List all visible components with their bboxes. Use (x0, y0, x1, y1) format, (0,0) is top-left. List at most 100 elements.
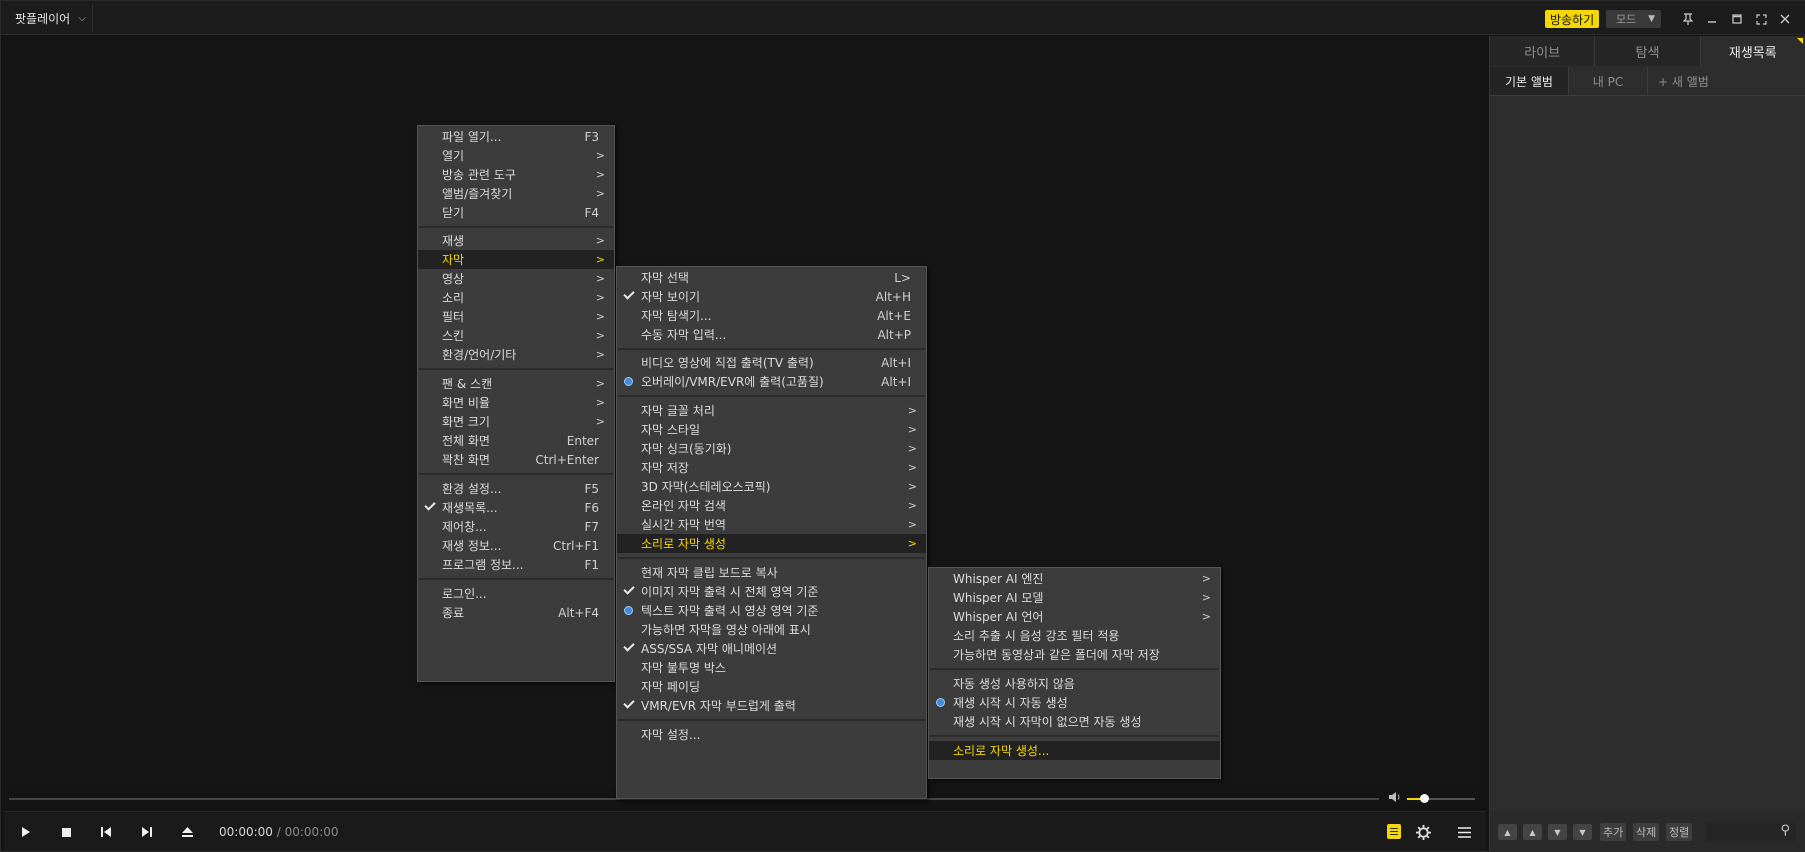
move-up-icon[interactable]: ▲ (1523, 824, 1542, 840)
menu-item-playback-info[interactable]: 재생 정보... Ctrl+F1 (418, 536, 614, 555)
check-icon (623, 288, 635, 300)
menu-item-subtitle-explorer[interactable]: 자막 탐색기... Alt+E (617, 306, 926, 325)
menu-item-select-subtitle[interactable]: 자막 선택 L> (617, 268, 926, 287)
stop-icon[interactable] (56, 822, 76, 842)
album-tab-default[interactable]: 기본 앨범 (1490, 67, 1569, 95)
volume-slider[interactable] (1407, 794, 1475, 803)
eject-icon[interactable] (177, 822, 197, 842)
menu-item-env-lang-etc[interactable]: 환경/언어/기타 > (418, 345, 614, 364)
menu-item-playback[interactable]: 재생 > (418, 231, 614, 250)
menu-item-3d-subtitle[interactable]: 3D 자막(스테레오스코픽) > (617, 477, 926, 496)
menu-separator (419, 473, 613, 475)
dropdown-arrow-icon: ▼ (1648, 14, 1655, 24)
menu-item-voice-filter[interactable]: 소리 추출 시 음성 강조 필터 적용 (929, 626, 1220, 645)
menu-item-filter[interactable]: 필터 > (418, 307, 614, 326)
tab-playlist[interactable]: 재생목록 (1700, 36, 1805, 66)
current-time: 00:00:00 (219, 825, 273, 839)
menu-item-fill-screen[interactable]: 꽉찬 화면 Ctrl+Enter (418, 450, 614, 469)
fullscreen-icon[interactable] (1752, 10, 1770, 28)
time-display: 00:00:00 / 00:00:00 (219, 825, 339, 839)
volume-knob[interactable] (1420, 794, 1429, 803)
menu-item-copy-subtitle[interactable]: 현재 자막 클립 보드로 복사 (617, 563, 926, 582)
mode-dropdown[interactable]: 모드 ▼ (1606, 10, 1661, 28)
menu-item-skin[interactable]: 스킨 > (418, 326, 614, 345)
menu-item-subtitle-sync[interactable]: 자막 싱크(동기화) > (617, 439, 926, 458)
menu-item-open-file[interactable]: 파일 열기... F3 (418, 127, 614, 146)
menu-item-generate-from-audio[interactable]: 소리로 자막 생성 > (617, 534, 926, 553)
menu-separator (618, 557, 925, 559)
move-bottom-icon[interactable]: ▼ (1573, 824, 1592, 840)
menu-item-subtitle-settings[interactable]: 자막 설정... (617, 725, 926, 744)
menu-item-album-favorites[interactable]: 앨범/즐겨찾기 > (418, 184, 614, 203)
menu-item-text-video-area[interactable]: 텍스트 자막 출력 시 영상 영역 기준 (617, 601, 926, 620)
menu-item-show-subtitles[interactable]: 자막 보이기 Alt+H (617, 287, 926, 306)
menu-item-whisper-language[interactable]: Whisper AI 언어 > (929, 607, 1220, 626)
menu-item-close[interactable]: 닫기 F4 (418, 203, 614, 222)
settings-icon[interactable] (1413, 822, 1433, 842)
menu-item-broadcast-tools[interactable]: 방송 관련 도구 > (418, 165, 614, 184)
menu-item-screen-size[interactable]: 화면 크기 > (418, 412, 614, 431)
subtitle-icon[interactable] (1387, 824, 1401, 839)
menu-item-whisper-engine[interactable]: Whisper AI 엔진 > (929, 569, 1220, 588)
menu-item-generate-now[interactable]: 소리로 자막 생성... (929, 741, 1220, 760)
menu-item-open[interactable]: 열기 > (418, 146, 614, 165)
delete-button[interactable]: 삭제 (1633, 823, 1660, 841)
play-icon[interactable] (16, 822, 36, 842)
menu-item-subtitle-style[interactable]: 자막 스타일 > (617, 420, 926, 439)
menu-item-below-video[interactable]: 가능하면 자막을 영상 아래에 표시 (617, 620, 926, 639)
playlist-search-input[interactable]: ⚲ (1706, 823, 1796, 841)
menu-item-direct-output[interactable]: 비디오 영상에 직접 출력(TV 출력) Alt+I (617, 353, 926, 372)
check-icon (623, 583, 635, 595)
move-top-icon[interactable]: ▲ (1498, 824, 1517, 840)
menu-item-whisper-model[interactable]: Whisper AI 모델 > (929, 588, 1220, 607)
menu-item-auto-on-play[interactable]: 재생 시작 시 자동 생성 (929, 693, 1220, 712)
menu-item-overlay-output[interactable]: 오버레이/VMR/EVR에 출력(고품질) Alt+I (617, 372, 926, 391)
add-button[interactable]: 추가 (1600, 823, 1627, 841)
menu-item-subtitle-font[interactable]: 자막 글꼴 처리 > (617, 401, 926, 420)
sort-button[interactable]: 정렬 (1666, 823, 1693, 841)
close-icon[interactable] (1776, 10, 1794, 28)
menu-item-save-same-folder[interactable]: 가능하면 동영상과 같은 폴더에 자막 저장 (929, 645, 1220, 664)
menu-item-exit[interactable]: 종료 Alt+F4 (418, 603, 614, 622)
menu-item-aspect-ratio[interactable]: 화면 비율 > (418, 393, 614, 412)
menu-item-auto-if-missing[interactable]: 재생 시작 시 자막이 없으면 자동 생성 (929, 712, 1220, 731)
next-icon[interactable] (136, 822, 156, 842)
menu-item-subtitles[interactable]: 자막 > (418, 250, 614, 269)
menu-item-video[interactable]: 영상 > (418, 269, 614, 288)
menu-item-online-search[interactable]: 온라인 자막 검색 > (617, 496, 926, 515)
menu-item-manual-subtitle[interactable]: 수동 자막 입력... Alt+P (617, 325, 926, 344)
tab-explore[interactable]: 탐색 (1595, 36, 1701, 66)
menu-item-pan-scan[interactable]: 팬 & 스캔 > (418, 374, 614, 393)
tab-live[interactable]: 라이브 (1490, 36, 1596, 66)
menu-item-smooth-output[interactable]: VMR/EVR 자막 부드럽게 출력 (617, 696, 926, 715)
menu-item-image-full-area[interactable]: 이미지 자막 출력 시 전체 영역 기준 (617, 582, 926, 601)
menu-item-ass-animation[interactable]: ASS/SSA 자막 애니메이션 (617, 639, 926, 658)
volume-icon[interactable] (1388, 790, 1404, 806)
menu-item-login[interactable]: 로그인... (418, 584, 614, 603)
menu-item-save-subtitle[interactable]: 자막 저장 > (617, 458, 926, 477)
maximize-icon[interactable] (1728, 10, 1746, 28)
menu-item-opaque-box[interactable]: 자막 불투명 박스 (617, 658, 926, 677)
control-bar: 00:00:00 / 00:00:00 (4, 811, 1486, 851)
menu-item-playlist[interactable]: 재생목록... F6 (418, 498, 614, 517)
menu-item-audio[interactable]: 소리 > (418, 288, 614, 307)
album-tab-new[interactable]: + 새 앨범 (1648, 67, 1727, 95)
pin-icon[interactable] (1679, 10, 1697, 28)
move-down-icon[interactable]: ▼ (1548, 824, 1567, 840)
previous-icon[interactable] (96, 822, 116, 842)
menu-item-fullscreen[interactable]: 전체 화면 Enter (418, 431, 614, 450)
menu-item-control-panel[interactable]: 제어창... F7 (418, 517, 614, 536)
menu-item-auto-off[interactable]: 자동 생성 사용하지 않음 (929, 674, 1220, 693)
menu-item-preferences[interactable]: 환경 설정... F5 (418, 479, 614, 498)
broadcast-button[interactable]: 방송하기 (1545, 10, 1600, 28)
app-menu-button[interactable]: 팟플레이어 ⌵ (5, 4, 93, 32)
menu-item-realtime-translation[interactable]: 실시간 자막 번역 > (617, 515, 926, 534)
menu-item-subtitle-fading[interactable]: 자막 페이딩 (617, 677, 926, 696)
search-icon[interactable]: ⚲ (1780, 823, 1790, 838)
album-tab-my-pc[interactable]: 내 PC (1569, 67, 1648, 95)
menu-separator (419, 578, 613, 580)
menu-icon[interactable] (1454, 822, 1474, 842)
minimize-icon[interactable] (1703, 10, 1721, 28)
mode-label: 모드 (1616, 13, 1637, 26)
menu-item-program-info[interactable]: 프로그램 정보... F1 (418, 555, 614, 574)
